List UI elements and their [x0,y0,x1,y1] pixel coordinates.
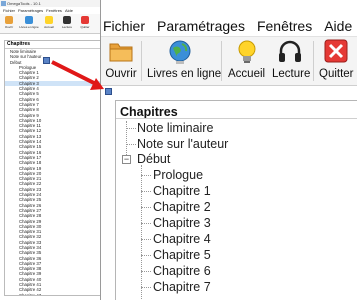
globe-icon [169,40,191,64]
quit-button[interactable]: Quitter [315,37,357,87]
home-button[interactable]: Accueil [225,37,269,87]
tree-guide-line [141,223,151,224]
mini-menu-item: Fenêtres [46,8,62,13]
quit-label: Quitter [319,68,354,80]
online-books-button[interactable]: Livres en ligne [143,37,221,87]
mini-toolbar-button: Accueil [40,14,58,34]
reading-button[interactable]: Lecture [269,37,311,87]
mini-toolbar-label: Livres en ligne [19,25,39,29]
menu-bar: Fichier Paramétrages Fenêtres Aide [103,18,352,34]
mini-menu-item: Paramétrages [18,8,44,13]
tree-guide-line [126,144,136,145]
mini-toolbar-button: Quitter [76,14,94,34]
headphones-icon [279,40,301,62]
close-icon [324,39,348,63]
reading-label: Lecture [272,68,311,80]
tree-item-chapitre-1[interactable]: Chapitre 1 [153,184,211,198]
collapse-icon[interactable]: − [122,155,131,164]
mini-app-screenshot: OmegaTools - 10.1 Fichier Paramétrages Fen… [0,0,115,300]
tree-item-chapitre-4[interactable]: Chapitre 4 [153,232,211,246]
mini-chapters-header: Chapitres [5,41,109,49]
tree-item-prologue[interactable]: Prologue [153,168,203,182]
menu-fenetres[interactable]: Fenêtres [257,18,312,34]
mini-toolbar-label: Ouvrir [4,25,14,29]
zoom-marker-target [105,88,112,95]
tree-item-chapitre-5[interactable]: Chapitre 5 [153,248,211,262]
tree-guide-line [141,175,151,176]
tree-item-chapitre-3[interactable]: Chapitre 3 [153,216,211,230]
menu-fichier[interactable]: Fichier [103,18,145,34]
tree-guide-line [141,191,151,192]
mini-toolbar-label: Lecture [61,25,72,29]
toolbar-separator [313,41,314,81]
header-divider [116,118,357,119]
mini-toolbar: Ouvrir Livres en ligne Accueil Lecture Quitt… [0,14,115,34]
folder-icon [109,43,133,62]
tree-item-debut[interactable]: Début [137,152,170,166]
mini-chapters-panel: Chapitres Note liminaire Note sur l'auteu… [4,40,110,296]
zoomed-window: Fichier Paramétrages Fenêtres Aide Ouvri… [100,0,357,300]
tree-item-note-auteur[interactable]: Note sur l'auteur [137,137,228,151]
mini-toolbar-button: Ouvrir [0,14,18,34]
mini-close-icon [81,16,89,24]
lightbulb-icon [238,40,256,63]
tree-guide-line [141,207,151,208]
tree-item-note-liminaire[interactable]: Note liminaire [137,121,213,135]
mini-toolbar-label: Accueil [44,25,54,29]
tree-item-chapitre-7[interactable]: Chapitre 7 [153,280,211,294]
toolbar-separator [221,41,222,81]
menu-aide[interactable]: Aide [324,18,352,34]
menu-parametrages[interactable]: Paramétrages [157,18,245,34]
mini-lightbulb-icon [45,16,53,24]
online-books-label: Livres en ligne [147,68,222,80]
mini-globe-icon [25,16,33,24]
tree-guide-line [141,287,151,288]
mini-chapters-tree: Note liminaire Note sur l'auteur Début Prol… [5,49,109,296]
home-label: Accueil [228,68,266,80]
chapters-panel: Chapitres Note liminaire Note sur l'aute… [115,100,357,300]
mini-tree-item: Chapitre 43 [19,292,42,296]
tree-guide-line [141,239,151,240]
zoom-marker-source [43,57,50,64]
mini-app-icon [1,1,6,6]
chapters-header: Chapitres [120,105,178,119]
open-label: Ouvrir [105,68,137,80]
mini-menu-bar: Fichier Paramétrages Fenêtres Aide [0,7,115,14]
mini-folder-icon [5,16,13,24]
mini-menu-item: Fichier [3,8,16,13]
mini-headphones-icon [63,16,71,24]
tree-guide-line [126,128,136,129]
tree-item-chapitre-6[interactable]: Chapitre 6 [153,264,211,278]
toolbar: Ouvrir Livres en ligne Accueil Lecture Q… [101,36,357,86]
tree-guide-line [141,255,151,256]
mini-toolbar-label: Quitter [80,25,90,29]
mini-menu-item: Aide [64,8,73,13]
mini-title-bar: OmegaTools - 10.1 [0,0,115,7]
mini-title-text: OmegaTools - 10.1 [7,1,41,6]
mini-toolbar-button: Livres en ligne [18,14,40,34]
tree-guide-line [141,271,151,272]
open-button[interactable]: Ouvrir [101,37,141,87]
toolbar-separator [141,41,142,81]
tree-guide-line [141,165,142,300]
tree-item-chapitre-2[interactable]: Chapitre 2 [153,200,211,214]
mini-toolbar-button: Lecture [58,14,76,34]
